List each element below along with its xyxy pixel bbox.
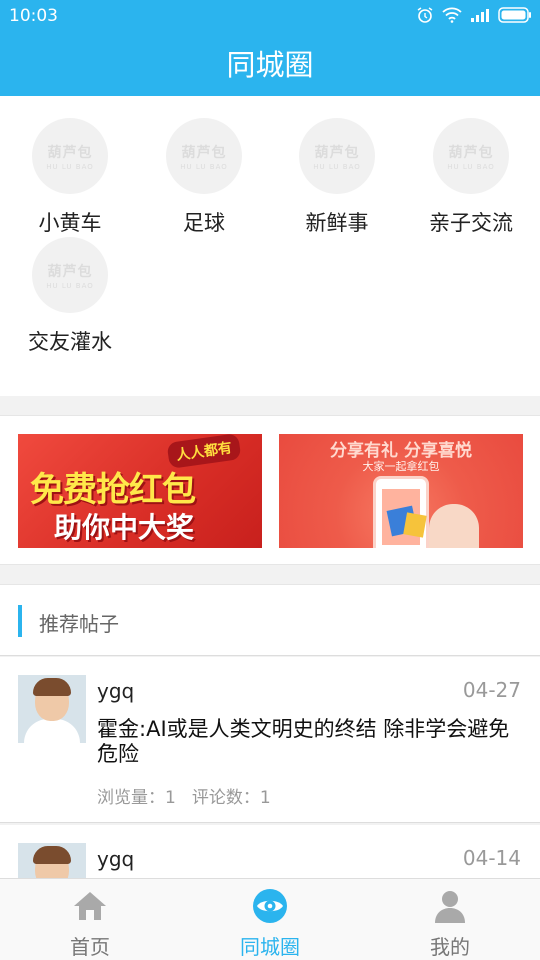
logo-cn: 葫芦包 — [181, 144, 227, 161]
tab-city-circle[interactable]: 同城圈 — [180, 879, 360, 960]
view-count: 浏览量：1 — [97, 788, 176, 808]
app-screen: 10:03 同城圈 葫芦包 HU LU BAO 小黄车 葫芦包 HU LU BA… — [0, 0, 540, 960]
logo-en: HU LU BAO — [180, 162, 228, 171]
logo-en: HU LU BAO — [46, 162, 94, 171]
battery-icon — [498, 7, 531, 23]
top-bar: 10:03 同城圈 — [0, 0, 540, 96]
user-icon — [435, 891, 465, 923]
category-item[interactable]: 葫芦包 HU LU BAO 足球 — [137, 118, 271, 237]
tab-label: 我的 — [430, 935, 470, 959]
logo-cn: 葫芦包 — [47, 263, 93, 280]
category-logo: 葫芦包 HU LU BAO — [32, 118, 108, 194]
banner-row: 人人都有 免费抢红包 助你中大奖 分享有礼 分享喜悦 大家一起拿红包 — [0, 415, 540, 565]
banner-red-packet[interactable]: 人人都有 免费抢红包 助你中大奖 — [18, 434, 262, 548]
tab-home[interactable]: 首页 — [0, 879, 180, 960]
category-logo: 葫芦包 HU LU BAO — [32, 237, 108, 313]
home-icon — [74, 892, 106, 920]
post-author: ygq — [97, 847, 135, 871]
category-item[interactable]: 葫芦包 HU LU BAO 小黄车 — [3, 118, 137, 237]
post-title: 霍金:AI或是人类文明史的终结 除非学会避免危险 — [97, 717, 510, 766]
logo-cn: 葫芦包 — [314, 144, 360, 161]
section-title: 推荐帖子 — [39, 612, 119, 636]
page-title: 同城圈 — [226, 48, 314, 82]
post-stats: 浏览量：1 评论数：1 — [97, 783, 271, 808]
signal-icon — [471, 9, 489, 22]
category-label: 亲子交流 — [429, 211, 513, 235]
post-item[interactable]: ygq 04-27 霍金:AI或是人类文明史的终结 除非学会避免危险 浏览量：1… — [0, 657, 540, 823]
tab-label: 首页 — [70, 935, 110, 959]
banner-share[interactable]: 分享有礼 分享喜悦 大家一起拿红包 — [279, 434, 523, 548]
alarm-icon — [417, 7, 433, 23]
hand-illustration — [429, 504, 479, 548]
logo-en: HU LU BAO — [447, 162, 495, 171]
tab-mine[interactable]: 我的 — [360, 879, 540, 960]
category-item[interactable]: 葫芦包 HU LU BAO 新鲜事 — [270, 118, 404, 237]
logo-en: HU LU BAO — [46, 281, 94, 290]
status-time: 10:03 — [9, 6, 58, 26]
status-bar: 10:03 — [0, 0, 540, 32]
post-author: ygq — [97, 679, 135, 703]
category-label: 小黄车 — [38, 211, 102, 235]
status-icons — [416, 6, 532, 24]
banner-subline: 助你中大奖 — [54, 511, 195, 544]
section-header: 推荐帖子 — [0, 584, 540, 656]
category-logo: 葫芦包 HU LU BAO — [299, 118, 375, 194]
logo-cn: 葫芦包 — [448, 144, 494, 161]
tab-label: 同城圈 — [240, 935, 300, 959]
category-label: 交友灌水 — [28, 330, 112, 354]
category-label: 新鲜事 — [305, 211, 369, 235]
eye-icon — [253, 889, 287, 923]
post-item[interactable]: ygq 04-14 — [0, 825, 540, 885]
gift-box-illustration — [403, 512, 427, 538]
bottom-tab-bar: 首页 同城圈 我的 — [0, 878, 540, 960]
post-date: 04-27 — [462, 678, 521, 702]
section-accent-bar — [18, 605, 22, 637]
category-grid: 葫芦包 HU LU BAO 小黄车 葫芦包 HU LU BAO 足球 葫芦包 H… — [0, 96, 540, 396]
category-label: 足球 — [183, 211, 225, 235]
wifi-icon — [442, 7, 462, 23]
banner-subline: 大家一起拿红包 — [362, 460, 440, 473]
avatar[interactable] — [18, 675, 86, 743]
category-item[interactable]: 葫芦包 HU LU BAO 交友灌水 — [3, 237, 137, 356]
comment-count: 评论数：1 — [191, 788, 271, 808]
category-logo: 葫芦包 HU LU BAO — [166, 118, 242, 194]
post-date: 04-14 — [462, 846, 521, 870]
logo-en: HU LU BAO — [313, 162, 361, 171]
banner-headline: 免费抢红包 — [30, 470, 196, 510]
category-item[interactable]: 葫芦包 HU LU BAO 亲子交流 — [404, 118, 538, 237]
category-logo: 葫芦包 HU LU BAO — [433, 118, 509, 194]
logo-cn: 葫芦包 — [47, 144, 93, 161]
